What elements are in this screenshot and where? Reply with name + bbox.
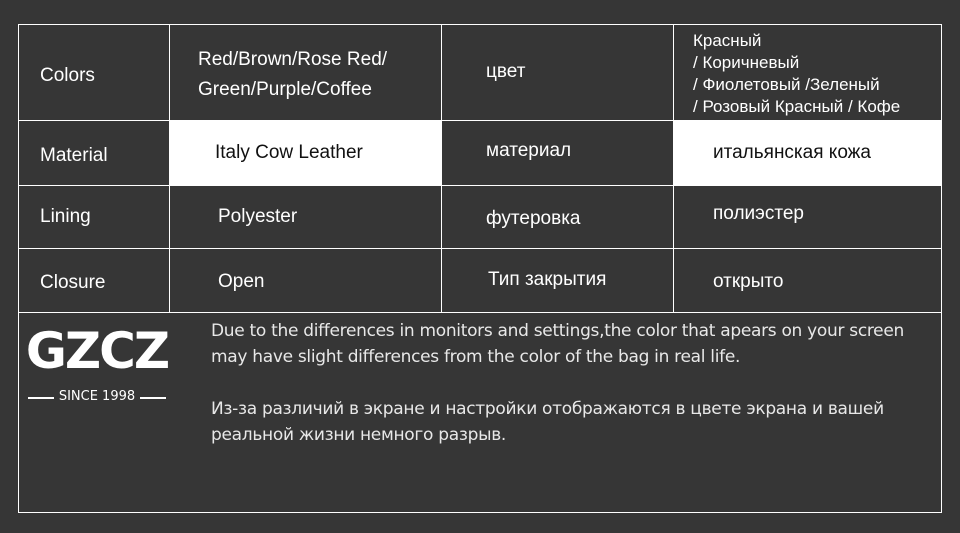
divider [19,185,941,186]
row-colors-label-ru: цвет [486,61,526,82]
row-lining-value-en: Polyester [218,206,298,227]
brand-tagline: SINCE 1998 [59,389,135,404]
row-closure-label-en: Closure [40,272,106,293]
disclaimer-en: Due to the differences in monitors and s… [211,321,904,367]
divider [441,25,442,313]
divider [19,312,941,313]
color-disclaimer: Due to the differences in monitors and s… [211,318,911,474]
row-material-label-ru: материал [486,140,572,161]
row-material-value-en: Italy Cow Leather [215,142,363,163]
divider [19,248,941,249]
disclaimer-ru: Из-за различий в экране и настройки отоб… [211,399,884,445]
row-closure-value-ru: открыто [713,271,784,292]
row-colors-value-en: Red/Brown/Rose Red/ Green/Purple/Coffee [198,49,388,100]
brand-name: GZCZ [26,322,169,380]
brand-logo: GZCZ SINCE 1998 [22,316,172,411]
row-closure-value-en: Open [218,271,265,292]
row-lining-label-en: Lining [40,206,91,227]
divider [673,25,674,313]
gzcz-logo-icon: GZCZ SINCE 1998 [26,322,171,404]
row-lining-value-ru: полиэстер [713,203,804,224]
row-material-value-ru: итальянская кожа [713,142,871,163]
row-closure-label-ru: Тип закрытия [488,269,607,290]
row-colors-label-en: Colors [40,65,95,86]
divider [169,25,170,313]
row-material-label-en: Material [40,145,108,166]
row-colors-value-ru: Красный / Коричневый / Фиолетовый /Зелен… [693,31,901,116]
row-lining-label-ru: футеровка [486,208,581,229]
